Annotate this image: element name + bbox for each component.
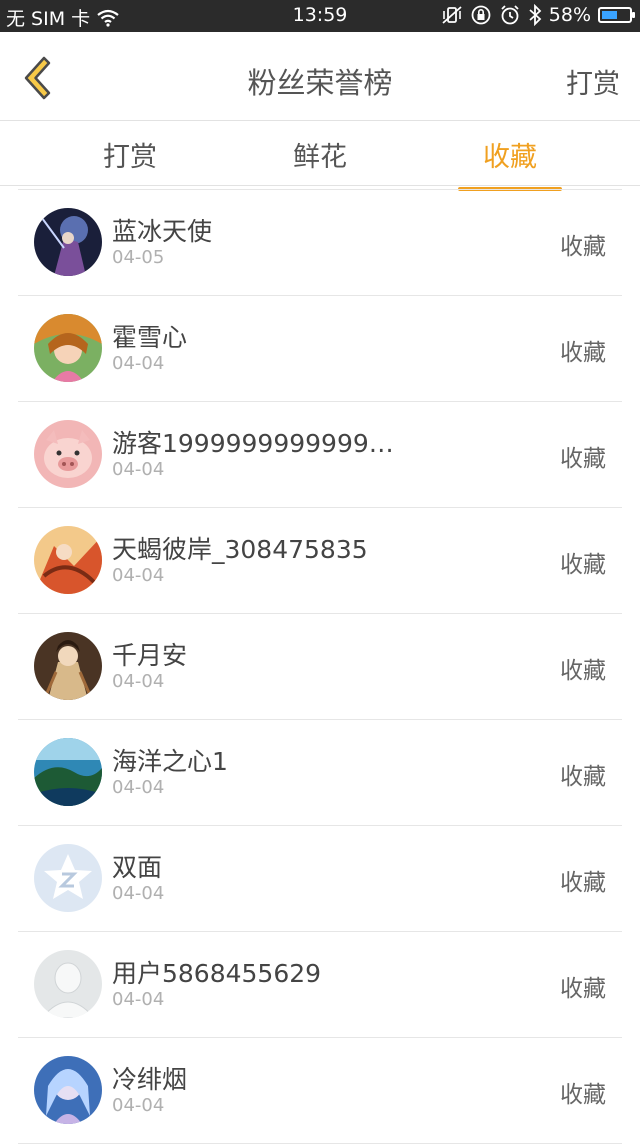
user-name: 天蝎彼岸_308475835	[112, 535, 368, 564]
tab-label: 打赏	[103, 142, 157, 173]
date-text: 04-04	[112, 777, 165, 798]
fan-list: 蓝冰天使 04-05 收藏 霍雪心 04-04 收藏 游客19999999999…	[18, 189, 622, 1144]
page-title: 粉丝荣誉榜	[247, 66, 393, 100]
action-label: 收藏	[560, 340, 606, 366]
list-item[interactable]: 蓝冰天使 04-05 收藏	[18, 190, 622, 296]
date-text: 04-04	[112, 1095, 165, 1116]
user-name: 海洋之心1	[112, 747, 228, 776]
date-text: 04-04	[112, 671, 165, 692]
list-item[interactable]: 用户5868455629 04-04 收藏	[18, 932, 622, 1038]
list-item[interactable]: 千月安 04-04 收藏	[18, 614, 622, 720]
action-label: 收藏	[560, 870, 606, 896]
user-name: 冷绯烟	[112, 1065, 188, 1094]
user-name: 蓝冰天使	[112, 217, 213, 246]
bluetooth-icon	[528, 4, 542, 26]
date-text: 04-04	[112, 565, 165, 586]
user-name: 用户5868455629	[112, 959, 322, 988]
avatar	[34, 844, 102, 912]
avatar	[34, 738, 102, 806]
date-text: 04-04	[112, 353, 165, 374]
battery-icon	[598, 7, 635, 23]
reward-button[interactable]: 打赏	[566, 62, 620, 101]
list-item[interactable]: 霍雪心 04-04 收藏	[18, 296, 622, 402]
list-item[interactable]: 双面 04-04 收藏	[18, 826, 622, 932]
action-label: 收藏	[560, 1082, 606, 1108]
date-text: 04-05	[112, 247, 165, 268]
status-bar: 无 SIM 卡 13:59 58%	[0, 0, 640, 32]
tab-reward[interactable]: 打赏	[70, 135, 190, 174]
action-label: 收藏	[560, 552, 606, 578]
battery-percent: 58%	[548, 4, 591, 26]
user-name: 游客1999999999999…	[112, 429, 394, 458]
battery-fill	[602, 11, 617, 19]
tab-label: 收藏	[483, 142, 537, 173]
user-name: 千月安	[112, 641, 188, 670]
avatar	[34, 420, 102, 488]
avatar	[34, 526, 102, 594]
list-item[interactable]: 海洋之心1 04-04 收藏	[18, 720, 622, 826]
avatar	[34, 208, 102, 276]
nav-header: 粉丝荣誉榜 打赏	[0, 32, 640, 121]
action-label: 收藏	[560, 658, 606, 684]
tab-favorites[interactable]: 收藏	[450, 135, 570, 191]
action-label: 收藏	[560, 234, 606, 260]
date-text: 04-04	[112, 883, 165, 904]
tab-label: 鲜花	[293, 142, 347, 173]
vibrate-off-icon	[441, 4, 463, 26]
action-label: 收藏	[560, 976, 606, 1002]
list-item[interactable]: 天蝎彼岸_308475835 04-04 收藏	[18, 508, 622, 614]
rotation-lock-icon	[470, 4, 492, 26]
list-item[interactable]: 游客1999999999999… 04-04 收藏	[18, 402, 622, 508]
user-name: 霍雪心	[112, 323, 188, 352]
action-label: 收藏	[560, 764, 606, 790]
avatar	[34, 632, 102, 700]
avatar	[34, 314, 102, 382]
list-item[interactable]: 冷绯烟 04-04 收藏	[18, 1038, 622, 1144]
tab-bar: 打赏 鲜花 收藏	[0, 121, 640, 191]
user-name: 双面	[112, 853, 163, 882]
avatar	[34, 1056, 102, 1124]
date-text: 04-04	[112, 989, 165, 1010]
date-text: 04-04	[112, 459, 165, 480]
action-label: 收藏	[560, 446, 606, 472]
alarm-icon	[499, 4, 521, 26]
tab-flowers[interactable]: 鲜花	[260, 135, 380, 174]
avatar	[34, 950, 102, 1018]
